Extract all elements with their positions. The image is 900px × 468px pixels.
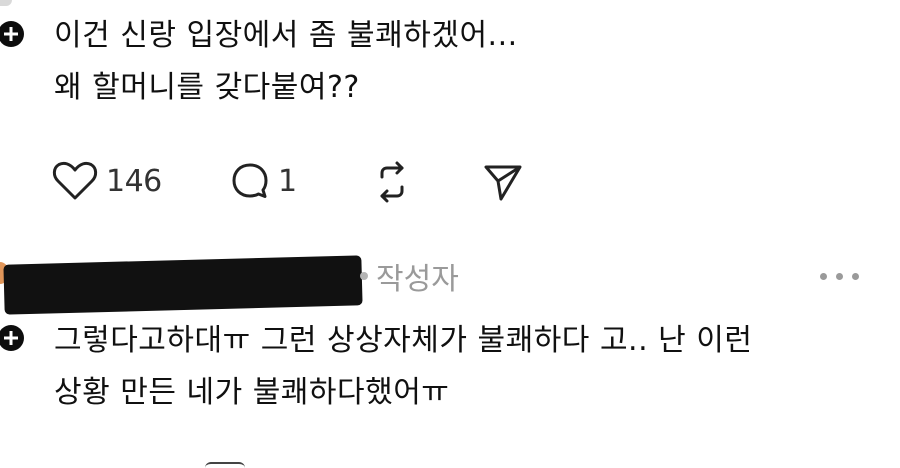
share-button[interactable] bbox=[482, 161, 524, 207]
reply-count: 1 bbox=[278, 163, 297, 199]
more-options-button[interactable] bbox=[820, 273, 859, 280]
like-count: 146 bbox=[106, 163, 162, 199]
author-badge: 작성자 bbox=[360, 254, 459, 298]
more-dot bbox=[852, 273, 859, 280]
heart-icon bbox=[52, 161, 98, 200]
post-line: 왜 할머니를 갖다붙여?? bbox=[54, 70, 360, 105]
avatar-fragment bbox=[0, 0, 12, 6]
post-line: 이건 신랑 입장에서 좀 불쾌하겠어... bbox=[54, 18, 518, 53]
follow-plus-icon[interactable] bbox=[0, 325, 24, 351]
repost-icon bbox=[380, 161, 404, 203]
post-body: 이건 신랑 입장에서 좀 불쾌하겠어... 왜 할머니를 갖다붙여?? bbox=[54, 10, 518, 114]
repost-button[interactable] bbox=[370, 160, 414, 208]
cropped-action-bar bbox=[205, 462, 245, 468]
separator-dot bbox=[360, 272, 368, 280]
author-label: 작성자 bbox=[376, 262, 459, 297]
more-dots-icon bbox=[820, 273, 827, 280]
more-dot bbox=[836, 273, 843, 280]
post-line: 그렇다고하대ㅠ 그런 상상자체가 불쾌하다 고.. 난 이런 bbox=[54, 323, 753, 358]
post-body: 그렇다고하대ㅠ 그런 상상자체가 불쾌하다 고.. 난 이런 상황 만든 네가 … bbox=[54, 315, 753, 419]
send-icon bbox=[484, 165, 522, 201]
reply-button[interactable]: 1 bbox=[230, 161, 297, 201]
like-button[interactable]: 146 bbox=[52, 160, 162, 202]
redacted-username bbox=[3, 255, 363, 315]
post-line: 상황 만든 네가 불쾌하다했어ㅠ bbox=[54, 375, 450, 410]
comment-bubble-icon bbox=[232, 163, 268, 198]
follow-plus-icon[interactable] bbox=[0, 21, 24, 47]
